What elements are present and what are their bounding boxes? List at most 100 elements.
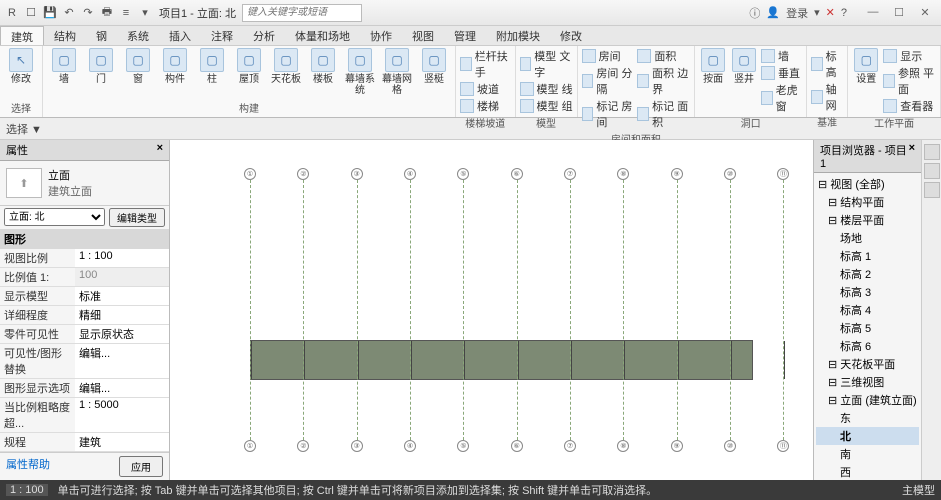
open-icon[interactable]: ☐ bbox=[23, 5, 39, 21]
item-参照平面[interactable]: 参照 平面 bbox=[883, 65, 936, 97]
tree-node[interactable]: 北 bbox=[816, 427, 919, 445]
select-dropdown[interactable]: 选择 ▼ bbox=[6, 121, 42, 137]
dropdown-icon[interactable]: ▾ bbox=[814, 6, 820, 19]
item-垂直[interactable]: 垂直 bbox=[761, 65, 802, 81]
save-icon[interactable]: 💾 bbox=[42, 5, 58, 21]
tree-node[interactable]: 西 bbox=[816, 463, 919, 480]
item-查看器[interactable]: 查看器 bbox=[883, 98, 936, 114]
tab-结构[interactable]: 结构 bbox=[44, 26, 86, 45]
tree-node[interactable]: ⊟ 视图 (全部) bbox=[816, 175, 919, 193]
close-icon[interactable]: ✕ bbox=[913, 6, 937, 19]
maximize-icon[interactable]: ☐ bbox=[887, 6, 911, 19]
tab-修改[interactable]: 修改 bbox=[550, 26, 592, 45]
home-icon[interactable] bbox=[924, 163, 940, 179]
property-help-link[interactable]: 属性帮助 bbox=[6, 456, 50, 477]
tree-node[interactable]: 标高 2 bbox=[816, 265, 919, 283]
btn-窗[interactable]: ▢窗 bbox=[121, 48, 155, 85]
modify-button[interactable]: ↖修改 bbox=[4, 48, 38, 85]
tab-视图[interactable]: 视图 bbox=[402, 26, 444, 45]
properties-close-icon[interactable]: × bbox=[157, 142, 163, 158]
tree-node[interactable]: ⊟ 结构平面 bbox=[816, 193, 919, 211]
tab-附加模块[interactable]: 附加模块 bbox=[486, 26, 550, 45]
tree-node[interactable]: ⊟ 楼层平面 bbox=[816, 211, 919, 229]
item-模型文字[interactable]: 模型 文字 bbox=[520, 48, 573, 80]
undo-icon[interactable]: ↶ bbox=[61, 5, 77, 21]
prop-row[interactable]: 零件可见性显示原状态 bbox=[0, 325, 169, 344]
tab-系统[interactable]: 系统 bbox=[117, 26, 159, 45]
tree-node[interactable]: 标高 3 bbox=[816, 283, 919, 301]
btn-按面[interactable]: ▢按面 bbox=[699, 48, 727, 85]
measure-icon[interactable]: ≡ bbox=[118, 5, 134, 21]
minimize-icon[interactable]: — bbox=[861, 6, 885, 19]
info-icon[interactable]: ⓘ bbox=[749, 5, 760, 21]
cube-icon[interactable] bbox=[924, 182, 940, 198]
tab-管理[interactable]: 管理 bbox=[444, 26, 486, 45]
item-显示[interactable]: 显示 bbox=[883, 48, 936, 64]
tab-建筑[interactable]: 建筑 bbox=[0, 26, 44, 45]
tree-node[interactable]: ⊟ 天花板平面 bbox=[816, 355, 919, 373]
tree-node[interactable]: 南 bbox=[816, 445, 919, 463]
item-模型线[interactable]: 模型 线 bbox=[520, 81, 573, 97]
app-icon[interactable]: R bbox=[4, 5, 20, 21]
item-轴网[interactable]: 轴网 bbox=[811, 81, 843, 113]
login-link[interactable]: 登录 bbox=[786, 5, 808, 21]
tree-node[interactable]: 东 bbox=[816, 409, 919, 427]
btn-幕墙网格[interactable]: ▢幕墙网格 bbox=[380, 48, 414, 96]
prop-row[interactable]: 当比例粗略度超...1 : 5000 bbox=[0, 398, 169, 433]
item-房间分隔[interactable]: 房间 分隔 bbox=[582, 65, 635, 97]
user-icon[interactable]: 👤 bbox=[766, 6, 780, 19]
item-面积[interactable]: 面积 bbox=[637, 48, 690, 64]
btn-楼板[interactable]: ▢楼板 bbox=[306, 48, 340, 85]
item-标高[interactable]: 标高 bbox=[811, 48, 843, 80]
search-input[interactable] bbox=[242, 4, 362, 22]
prop-row[interactable]: 视图比例1 : 100 bbox=[0, 249, 169, 268]
prop-row[interactable]: 图形显示选项编辑... bbox=[0, 379, 169, 398]
tree-node[interactable]: ⊟ 三维视图 bbox=[816, 373, 919, 391]
instance-select[interactable]: 立面: 北 bbox=[4, 208, 105, 226]
tab-协作[interactable]: 协作 bbox=[360, 26, 402, 45]
tab-分析[interactable]: 分析 bbox=[243, 26, 285, 45]
btn-天花板[interactable]: ▢天花板 bbox=[269, 48, 303, 85]
qat-more-icon[interactable]: ▾ bbox=[137, 5, 153, 21]
item-坡道[interactable]: 坡道 bbox=[460, 81, 511, 97]
apply-button[interactable]: 应用 bbox=[119, 456, 163, 477]
btn-门[interactable]: ▢门 bbox=[84, 48, 118, 85]
tab-注释[interactable]: 注释 bbox=[201, 26, 243, 45]
type-selector[interactable]: ⬆ 立面 建筑立面 bbox=[0, 161, 169, 206]
item-标记面积[interactable]: 标记 面积 bbox=[637, 98, 690, 130]
tree-node[interactable]: 标高 6 bbox=[816, 337, 919, 355]
tree-node[interactable]: 标高 1 bbox=[816, 247, 919, 265]
prop-row[interactable]: 规程建筑 bbox=[0, 433, 169, 452]
btn-竖梃[interactable]: ▢竖梃 bbox=[417, 48, 451, 85]
help-icon[interactable]: ? bbox=[841, 7, 847, 19]
close-x-icon[interactable]: ✕ bbox=[826, 6, 835, 19]
tree-node[interactable]: 标高 4 bbox=[816, 301, 919, 319]
btn-竖井[interactable]: ▢竖井 bbox=[730, 48, 758, 85]
redo-icon[interactable]: ↷ bbox=[80, 5, 96, 21]
prop-row[interactable]: 可见性/图形替换编辑... bbox=[0, 344, 169, 379]
tab-体量和场地[interactable]: 体量和场地 bbox=[285, 26, 360, 45]
model-mode[interactable]: 主模型 bbox=[902, 482, 935, 498]
tab-钢[interactable]: 钢 bbox=[86, 26, 117, 45]
tree-node[interactable]: 场地 bbox=[816, 229, 919, 247]
prop-cat[interactable]: 图形 bbox=[0, 229, 169, 249]
item-面积边界[interactable]: 面积 边界 bbox=[637, 65, 690, 97]
item-楼梯[interactable]: 楼梯 bbox=[460, 98, 511, 114]
item-墙[interactable]: 墙 bbox=[761, 48, 802, 64]
tree-node[interactable]: 标高 5 bbox=[816, 319, 919, 337]
item-标记房间[interactable]: 标记 房间 bbox=[582, 98, 635, 130]
btn-设置[interactable]: ▢设置 bbox=[852, 48, 880, 85]
prop-row[interactable]: 显示模型标准 bbox=[0, 287, 169, 306]
btn-构件[interactable]: ▢构件 bbox=[158, 48, 192, 85]
item-老虎窗[interactable]: 老虎窗 bbox=[761, 82, 802, 114]
item-栏杆扶手[interactable]: 栏杆扶手 bbox=[460, 48, 511, 80]
btn-柱[interactable]: ▢柱 bbox=[195, 48, 229, 85]
btn-幕墙系统[interactable]: ▢幕墙系统 bbox=[343, 48, 377, 96]
tree-node[interactable]: ⊟ 立面 (建筑立面) bbox=[816, 391, 919, 409]
view-scale[interactable]: 1 : 100 bbox=[6, 484, 48, 496]
item-模型组[interactable]: 模型 组 bbox=[520, 98, 573, 114]
btn-屋顶[interactable]: ▢屋顶 bbox=[232, 48, 266, 85]
btn-墙[interactable]: ▢墙 bbox=[47, 48, 81, 85]
prop-row[interactable]: 比例值 1:100 bbox=[0, 268, 169, 287]
browser-close-icon[interactable]: × bbox=[909, 142, 915, 170]
